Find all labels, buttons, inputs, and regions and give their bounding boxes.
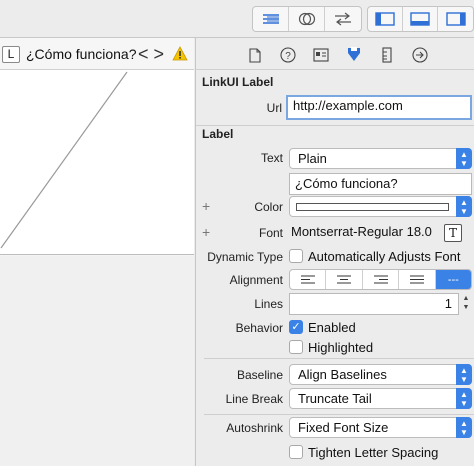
popup-arrows-icon: ▲ ▼ xyxy=(456,388,472,409)
jump-bar-navigation: < > xyxy=(138,44,164,65)
color-well[interactable]: ▲ ▼ xyxy=(289,196,472,217)
section-divider xyxy=(196,125,474,126)
alignment-label: Alignment xyxy=(229,273,283,287)
lines-stepper[interactable]: ▲ ▼ xyxy=(461,293,471,314)
tighten-letter-spacing-checkbox[interactable] xyxy=(289,445,303,459)
svg-text:?: ? xyxy=(285,51,291,62)
toggle-utilities-button[interactable] xyxy=(438,7,473,31)
assistant-editor-button[interactable] xyxy=(289,7,325,31)
popup-arrows-icon: ▲ ▼ xyxy=(456,417,472,438)
forward-button[interactable]: > xyxy=(154,44,165,64)
bottom-panel-icon xyxy=(410,12,430,26)
align-right-icon xyxy=(373,275,388,284)
font-value[interactable]: Montserrat-Regular 18.0 xyxy=(289,222,439,244)
warning-icon[interactable] xyxy=(172,46,188,61)
color-label: Color xyxy=(254,200,283,214)
baseline-popup[interactable]: Align Baselines ▲ ▼ xyxy=(289,364,472,385)
line-break-popup[interactable]: Truncate Tail ▲ ▼ xyxy=(289,388,472,409)
identity-inspector-tab[interactable] xyxy=(312,46,330,64)
label-text-field[interactable]: ¿Cómo funciona? xyxy=(289,173,472,195)
text-type-popup[interactable]: Plain ▲ ▼ xyxy=(289,148,472,169)
font-label: Font xyxy=(258,226,283,240)
size-icon xyxy=(382,47,392,63)
toggle-navigator-button[interactable] xyxy=(368,7,404,31)
inspector-tab-bar: ? xyxy=(196,38,474,70)
attributes-icon xyxy=(348,47,360,61)
align-natural-button[interactable]: --- xyxy=(435,270,471,289)
jump-bar-title[interactable]: ¿Cómo funciona? xyxy=(26,46,137,62)
label-type-badge[interactable]: L xyxy=(2,46,20,63)
align-left-button[interactable] xyxy=(290,270,327,289)
popup-arrows-icon: ▲ ▼ xyxy=(456,148,472,169)
url-label: Url xyxy=(266,101,282,115)
color-swatch xyxy=(296,203,449,211)
enabled-option: Enabled xyxy=(308,320,356,335)
section-divider xyxy=(204,358,474,359)
autoshrink-label: Autoshrink xyxy=(226,421,283,435)
popup-arrows-icon: ▲ ▼ xyxy=(456,196,472,217)
file-inspector-tab[interactable] xyxy=(246,46,264,64)
align-justify-icon xyxy=(409,275,424,284)
canvas-diagonal-line xyxy=(0,71,128,249)
alignment-segmented-control: --- xyxy=(289,269,472,290)
align-left-lines-icon xyxy=(262,14,279,24)
quick-help-tab[interactable]: ? xyxy=(279,46,297,64)
storyboard-canvas[interactable] xyxy=(0,70,194,255)
line-break-label: Line Break xyxy=(225,392,283,406)
tighten-letter-spacing-option: Tighten Letter Spacing xyxy=(308,445,439,460)
align-justify-button[interactable] xyxy=(399,270,436,289)
identity-icon xyxy=(313,48,329,62)
enabled-checkbox[interactable]: ✓ xyxy=(289,320,303,334)
align-left-icon xyxy=(300,275,315,284)
dynamic-type-checkbox[interactable] xyxy=(289,249,303,263)
autoshrink-popup[interactable]: Fixed Font Size ▲ ▼ xyxy=(289,417,472,438)
editor-mode-segmented-control xyxy=(252,6,362,32)
highlighted-option: Highlighted xyxy=(308,340,374,355)
connections-inspector-tab[interactable] xyxy=(411,46,429,64)
panel-toggle-segmented-control xyxy=(367,6,474,32)
url-field[interactable]: http://example.com xyxy=(286,95,472,120)
right-panel-icon xyxy=(445,12,466,26)
baseline-value: Align Baselines xyxy=(298,367,387,382)
align-center-icon xyxy=(337,275,352,284)
text-label: Text xyxy=(260,151,283,165)
jump-bar: L ¿Cómo funciona? < > xyxy=(0,38,194,70)
back-button[interactable]: < xyxy=(138,44,149,64)
file-icon xyxy=(249,47,261,63)
lines-label: Lines xyxy=(254,297,283,311)
attributes-inspector-tab[interactable] xyxy=(345,46,363,64)
connections-icon xyxy=(412,47,428,63)
overlapping-circles-icon xyxy=(298,12,315,26)
help-icon: ? xyxy=(280,47,296,63)
add-color-variation-button[interactable]: + xyxy=(202,198,210,214)
version-editor-button[interactable] xyxy=(325,7,361,31)
baseline-label: Baseline xyxy=(236,368,283,382)
font-picker-icon[interactable]: T xyxy=(444,224,462,242)
section-divider xyxy=(204,414,474,415)
linkui-section-title: LinkUI Label xyxy=(202,75,274,89)
autoshrink-value: Fixed Font Size xyxy=(298,420,389,435)
dynamic-type-option: Automatically Adjusts Font xyxy=(308,249,461,264)
lines-field[interactable]: 1 xyxy=(289,293,459,315)
popup-arrows-icon: ▲ ▼ xyxy=(456,364,472,385)
left-panel-icon xyxy=(375,12,395,26)
add-font-variation-button[interactable]: + xyxy=(202,224,210,240)
align-center-button[interactable] xyxy=(326,270,363,289)
toolbar xyxy=(0,0,474,38)
text-type-value: Plain xyxy=(298,151,327,166)
highlighted-checkbox[interactable] xyxy=(289,340,303,354)
editor-area: L ¿Cómo funciona? < > xyxy=(0,38,194,466)
swap-arrows-icon xyxy=(335,12,351,26)
behavior-label: Behavior xyxy=(235,321,283,335)
canvas-background xyxy=(0,256,194,466)
align-right-button[interactable] xyxy=(363,270,400,289)
label-section-title: Label xyxy=(202,127,234,141)
size-inspector-tab[interactable] xyxy=(378,46,396,64)
standard-editor-button[interactable] xyxy=(253,7,289,31)
line-break-value: Truncate Tail xyxy=(298,391,372,406)
toggle-debug-area-button[interactable] xyxy=(403,7,439,31)
dynamic-type-label: Dynamic Type xyxy=(207,250,283,264)
attributes-inspector: ? LinkUI Label Url http://example.com La… xyxy=(195,38,474,466)
